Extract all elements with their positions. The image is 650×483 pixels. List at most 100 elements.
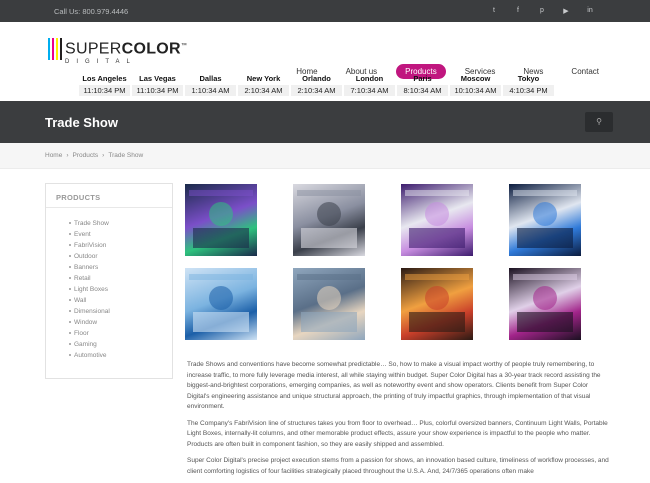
- phone-number[interactable]: Call Us: 800.979.4446: [54, 7, 128, 16]
- photo-placeholder: [189, 274, 253, 332]
- breadcrumb-bar: Home › Products › Trade Show: [0, 143, 650, 169]
- clock-dallas: Dallas 1:10:34 AM: [184, 74, 237, 96]
- products-sidebar: PRODUCTS Trade Show Event FabriVision Outdo…: [45, 183, 173, 379]
- facebook-icon[interactable]: f: [506, 7, 530, 15]
- photo-placeholder: [297, 190, 361, 248]
- sidebar-item-label: Event: [74, 231, 91, 238]
- sidebar-item-fabrivision[interactable]: FabriVision: [69, 240, 172, 251]
- bullet-icon: [69, 332, 71, 335]
- clock-time: 2:10:34 AM: [238, 85, 289, 96]
- trade-show-photo-purple-hall[interactable]: [401, 184, 473, 256]
- page-content: Trade Shows and conventions have become …: [187, 360, 609, 483]
- sidebar-item-wall[interactable]: Wall: [69, 295, 172, 306]
- content-paragraph: The Company's FabriVision line of struct…: [187, 419, 608, 448]
- sidebar-item-outdoor[interactable]: Outdoor: [69, 251, 172, 262]
- logo-bar: [52, 38, 54, 60]
- breadcrumb-products[interactable]: Products: [73, 152, 99, 159]
- clock-city: London: [355, 74, 384, 83]
- clock-city: Moscow: [460, 74, 491, 83]
- world-clocks: Los Angeles 11:10:34 PM Las Vegas 11:10:34 …: [78, 74, 555, 96]
- page-title: Trade Show: [45, 115, 118, 130]
- sidebar-item-label: Light Boxes: [74, 286, 108, 293]
- clock-moscow: Moscow 10:10:34 AM: [449, 74, 502, 96]
- sidebar-item-light-boxes[interactable]: Light Boxes: [69, 284, 172, 295]
- clock-tokyo: Tokyo 4:10:34 PM: [502, 74, 555, 96]
- sidebar-item-label: Dimensional: [74, 308, 110, 315]
- photo-placeholder: [297, 274, 361, 332]
- logo-subtitle: DIGITAL: [65, 59, 137, 66]
- logo-color-bars: [48, 38, 62, 60]
- sidebar-item-gaming[interactable]: Gaming: [69, 339, 172, 350]
- clock-time: 4:10:34 PM: [503, 85, 554, 96]
- youtube-icon[interactable]: ▶: [554, 7, 578, 15]
- top-bar: Call Us: 800.979.4446 t f p ▶ in: [0, 0, 650, 22]
- chevron-right-icon: ›: [102, 152, 105, 159]
- bullet-icon: [69, 277, 71, 280]
- sidebar-item-trade-show[interactable]: Trade Show: [69, 218, 172, 229]
- page-banner: Trade Show ⚲: [0, 101, 650, 143]
- clock-time: 2:10:34 AM: [291, 85, 342, 96]
- sidebar-item-banners[interactable]: Banners: [69, 262, 172, 273]
- trade-show-photo-champions-stage[interactable]: [185, 184, 257, 256]
- logo-bar: [48, 38, 50, 60]
- clock-city: Las Vegas: [139, 74, 176, 83]
- trade-show-photo-blue-arena[interactable]: [509, 184, 581, 256]
- sidebar-item-label: Floor: [74, 330, 89, 337]
- sidebar-item-retail[interactable]: Retail: [69, 273, 172, 284]
- clock-city: Paris: [413, 74, 432, 83]
- sidebar-item-automotive[interactable]: Automotive: [69, 350, 172, 361]
- photo-placeholder: [513, 274, 577, 332]
- sidebar-item-label: Trade Show: [74, 220, 109, 227]
- supercolor-logo[interactable]: SUPERCOLOR™ DIGITAL: [48, 38, 187, 66]
- clock-time: 10:10:34 AM: [450, 85, 501, 96]
- linkedin-icon[interactable]: in: [578, 7, 602, 15]
- bullet-icon: [69, 310, 71, 313]
- bullet-icon: [69, 222, 71, 225]
- clock-city: Tokyo: [517, 74, 540, 83]
- clock-paris: Paris 8:10:34 AM: [396, 74, 449, 96]
- clock-city: Los Angeles: [82, 74, 127, 83]
- content-paragraph: Trade Shows and conventions have become …: [187, 361, 601, 410]
- breadcrumb: Home › Products › Trade Show: [45, 152, 143, 159]
- trade-show-photo-red-lounge[interactable]: [401, 268, 473, 340]
- photo-placeholder: [189, 190, 253, 248]
- trade-show-photo-arch-display[interactable]: [293, 184, 365, 256]
- sidebar-item-floor[interactable]: Floor: [69, 328, 172, 339]
- chevron-right-icon: ›: [66, 152, 69, 159]
- clock-las-vegas: Las Vegas 11:10:34 PM: [131, 74, 184, 96]
- clock-new-york: New York 2:10:34 AM: [237, 74, 290, 96]
- sidebar-item-label: Outdoor: [74, 253, 98, 260]
- clock-london: London 7:10:34 AM: [343, 74, 396, 96]
- bullet-icon: [69, 299, 71, 302]
- logo-bar: [60, 38, 62, 60]
- trade-show-photo-mural-wall[interactable]: [293, 268, 365, 340]
- twitter-icon[interactable]: t: [482, 7, 506, 15]
- bullet-icon: [69, 343, 71, 346]
- sidebar-item-event[interactable]: Event: [69, 229, 172, 240]
- logo-bar: [56, 38, 58, 60]
- content-paragraph: Super Color Digital's precise project ex…: [187, 457, 609, 475]
- trade-show-photo-lg-booth[interactable]: [509, 268, 581, 340]
- sidebar-item-dimensional[interactable]: Dimensional: [69, 306, 172, 317]
- sidebar-item-window[interactable]: Window: [69, 317, 172, 328]
- clock-city: Dallas: [199, 74, 222, 83]
- search-icon[interactable]: ⚲: [585, 112, 613, 132]
- breadcrumb-home[interactable]: Home: [45, 152, 62, 159]
- sidebar-item-label: FabriVision: [74, 242, 107, 249]
- site-header: SUPERCOLOR™ DIGITAL Home About us Produc…: [0, 22, 650, 80]
- sidebar-item-label: Retail: [74, 275, 91, 282]
- bullet-icon: [69, 266, 71, 269]
- clock-city: New York: [246, 74, 281, 83]
- bullet-icon: [69, 321, 71, 324]
- sidebar-item-label: Window: [74, 319, 98, 326]
- clock-time: 11:10:34 PM: [79, 85, 130, 96]
- trade-show-photo-intel-booth[interactable]: [185, 268, 257, 340]
- clock-time: 7:10:34 AM: [344, 85, 395, 96]
- pinterest-icon[interactable]: p: [530, 7, 554, 15]
- bullet-icon: [69, 288, 71, 291]
- bullet-icon: [69, 244, 71, 247]
- photo-placeholder: [405, 190, 469, 248]
- sidebar-item-label: Banners: [74, 264, 99, 271]
- bullet-icon: [69, 255, 71, 258]
- nav-contact[interactable]: Contact: [562, 64, 608, 79]
